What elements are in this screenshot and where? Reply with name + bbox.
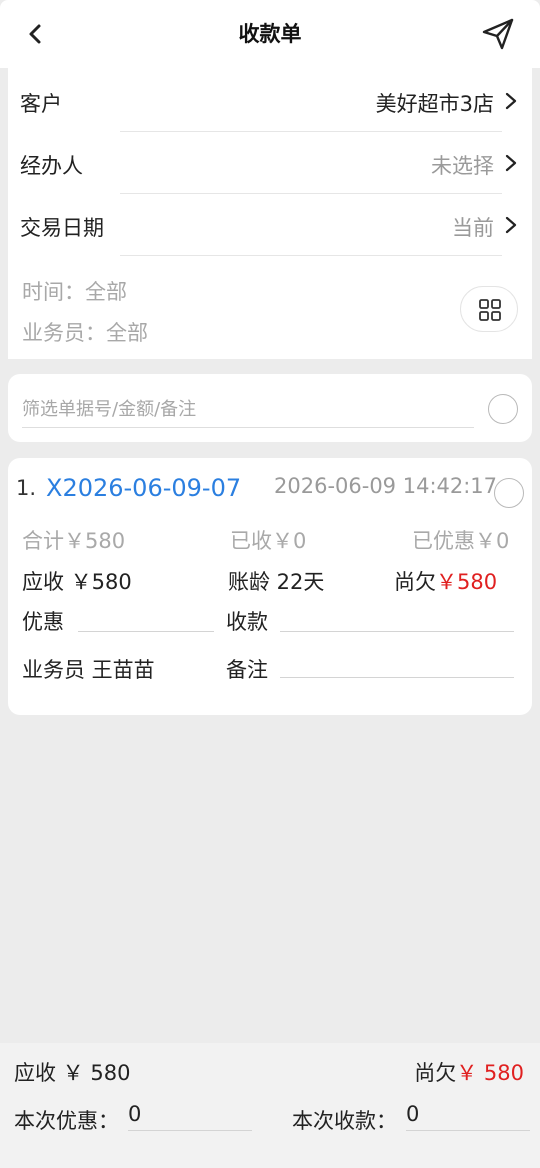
this-payment-label: 本次收款：: [292, 1109, 397, 1133]
search-card: [8, 374, 532, 442]
discount-label: 优惠: [22, 610, 64, 634]
account-age: 账龄 22天: [228, 570, 325, 594]
chevron-right-icon: [505, 154, 517, 172]
this-discount-input[interactable]: [128, 1097, 252, 1131]
receipt-record-card: 1. X2026-06-09-07 2026-06-09 14:42:17 合计…: [8, 458, 532, 715]
trade-date-label: 交易日期: [20, 216, 104, 240]
received-amount: 已收￥0: [230, 529, 307, 553]
footer-owed-value: ￥ 580: [456, 1061, 524, 1085]
grid-icon: [479, 299, 501, 321]
record-checkbox[interactable]: [494, 478, 524, 508]
page-title: 收款单: [238, 22, 302, 46]
owed-amount: 尚欠￥580: [394, 566, 497, 596]
customer-label: 客户: [20, 92, 62, 116]
remark-input[interactable]: [280, 644, 514, 678]
record-index: 1.: [16, 476, 37, 500]
row-divider: [120, 255, 502, 256]
handler-value: 未选择: [431, 154, 494, 178]
discount-input[interactable]: [78, 598, 214, 632]
chevron-right-icon: [505, 92, 517, 110]
this-payment-input[interactable]: [406, 1097, 530, 1131]
receipt-page: 收款单 客户 美好超市3店 经办人 未选择 交易日期 当前 时间：全部 业务员：…: [0, 0, 540, 1168]
payment-label: 收款: [226, 610, 268, 634]
filter-grid-button[interactable]: [460, 286, 518, 332]
remark-label: 备注: [226, 658, 268, 682]
filter-time[interactable]: 时间：全部: [22, 276, 127, 306]
footer-owed-label: 尚欠: [414, 1061, 457, 1085]
salesman: 业务员 王苗苗: [22, 658, 155, 682]
send-button[interactable]: [480, 16, 516, 52]
record-number-link[interactable]: X2026-06-09-07: [46, 474, 241, 502]
summary-footer: 应收 ￥ 580 尚欠￥ 580 本次优惠： 本次收款：: [0, 1043, 540, 1168]
order-form: 客户 美好超市3店 经办人 未选择 交易日期 当前 时间：全部 业务员：全部: [8, 68, 532, 359]
record-datetime: 2026-06-09 14:42:17: [274, 474, 498, 498]
handler-row[interactable]: 经办人 未选择: [8, 132, 532, 194]
top-bar: 收款单: [0, 0, 540, 68]
trade-date-row[interactable]: 交易日期 当前: [8, 194, 532, 256]
trade-date-value: 当前: [452, 216, 494, 240]
select-all-checkbox[interactable]: [488, 394, 518, 424]
handler-label: 经办人: [20, 154, 83, 178]
customer-value: 美好超市3店: [375, 92, 494, 116]
owed-label: 尚欠: [394, 570, 436, 594]
owed-value: ￥580: [436, 570, 498, 594]
chevron-right-icon: [505, 216, 517, 234]
filter-salesman[interactable]: 业务员：全部: [22, 317, 148, 347]
customer-row[interactable]: 客户 美好超市3店: [8, 70, 532, 132]
footer-owed: 尚欠￥ 580: [414, 1057, 524, 1087]
footer-receivable: 应收 ￥ 580: [14, 1061, 131, 1085]
this-discount-label: 本次优惠：: [14, 1109, 119, 1133]
paper-plane-icon: [482, 18, 514, 50]
total-amount: 合计￥580: [22, 529, 126, 553]
search-input[interactable]: [22, 392, 474, 428]
discounted-amount: 已优惠￥0: [412, 529, 510, 553]
payment-input[interactable]: [280, 598, 514, 632]
receivable-amount: 应收 ￥580: [22, 570, 132, 594]
